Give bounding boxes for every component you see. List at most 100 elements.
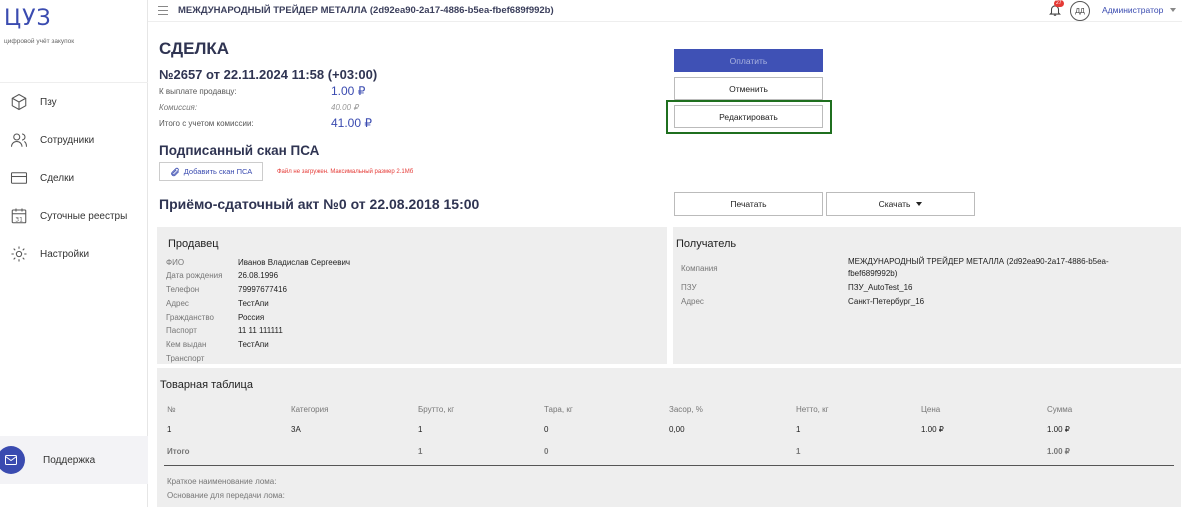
seller-field-label: Транспорт [166,354,205,363]
receiver-panel: Получатель Компания МЕЖДУНАРОДНЫЙ ТРЕЙДЕ… [673,227,1181,364]
box-icon [10,93,28,111]
table-cell: 1.00 ₽ [921,425,944,434]
commission-row: Комиссия: 40.00 ₽ [159,103,358,112]
pay-button[interactable]: Оплатить [674,49,823,72]
page-title: СДЕЛКА [159,39,230,58]
top-bar: МЕЖДУНАРОДНЫЙ ТРЕЙДЕР МЕТАЛЛА (2d92ea90-… [148,0,1182,22]
cancel-button[interactable]: Отменить [674,77,823,100]
commission-label: Комиссия: [159,103,198,112]
support-label: Поддержка [43,454,96,466]
sidebar-item-label: Сделки [40,172,75,184]
organization-title: МЕЖДУНАРОДНЫЙ ТРЕЙДЕР МЕТАЛЛА (2d92ea90-… [178,5,554,16]
paperclip-icon [171,167,179,176]
total-row: Итого с учетом комиссии: 41.00 ₽ [159,116,372,130]
avatar[interactable]: ДД [1070,1,1090,21]
print-button[interactable]: Печатать [674,192,823,216]
receiver-company-value: МЕЖДУНАРОДНЫЙ ТРЕЙДЕР МЕТАЛЛА (2d92ea90-… [848,257,1109,266]
receiver-address-label: Адрес [681,297,704,306]
payout-label: К выплате продавцу: [159,87,237,96]
edit-button[interactable]: Редактировать [674,105,823,128]
total-cell: Итого [167,447,190,456]
goods-table-title: Товарная таблица [160,379,253,391]
commission-value: 40.00 ₽ [331,103,359,112]
user-menu[interactable]: Администратор [1102,5,1163,15]
total-cell: 0 [544,447,549,456]
seller-field-value: 11 11 111111 [238,326,283,335]
table-cell: 0,00 [669,425,685,434]
act-heading: Приёмо-сдаточный акт №0 от 22.08.2018 15… [159,196,480,212]
seller-field-value: ТестАпи [238,299,269,308]
total-cell: 1 [796,447,801,456]
table-cell: 3А [291,425,301,434]
seller-title: Продавец [168,238,219,250]
sidebar-item-employees[interactable]: Сотрудники [0,121,148,159]
table-cell: 1 [418,425,423,434]
seller-field-label: Телефон [166,285,200,294]
table-cell: 1 [167,425,172,434]
hamburger-menu-icon[interactable] [158,6,168,15]
sidebar-nav: Пзу Сотрудники Сделки 31 Суточные реестр… [0,82,148,273]
table-divider [164,465,1174,466]
table-header-cell: № [167,405,176,414]
add-scan-label: Добавить скан ПСА [183,167,253,176]
seller-panel: Продавец ФИО Иванов Владислав Сергеевич … [157,227,667,364]
notification-badge: 27 [1054,0,1064,7]
app-root: ЦУЗ цифровой учёт закупок Пзу Сотрудники… [0,0,1182,507]
seller-field-label: Кем выдан [166,340,207,349]
sidebar-item-deals[interactable]: Сделки [0,159,148,197]
receiver-pzu-label: ПЗУ [681,283,697,292]
sidebar-item-label: Суточные реестры [40,210,128,222]
seller-field-value: Иванов Владислав Сергеевич [238,258,351,267]
download-button[interactable]: Скачать [826,192,975,216]
table-cell: 0 [544,425,549,434]
sidebar-item-label: Пзу [40,96,57,108]
seller-field-value: Россия [238,313,265,322]
payout-value: 1.00 ₽ [331,84,366,98]
table-cell: 1.00 ₽ [1047,425,1070,434]
support-button[interactable]: Поддержка [0,436,148,484]
table-cell: 1 [796,425,801,434]
table-header-cell: Категория [291,405,329,414]
goods-table: Товарная таблица № Категория Брутто, кг … [157,368,1181,507]
receiver-pzu-value: ПЗУ_AutoTest_16 [848,283,913,292]
seller-field-label: ФИО [166,258,185,267]
app-logo[interactable]: ЦУЗ [4,6,52,31]
caret-down-icon [916,202,923,206]
deal-number: №2657 от 22.11.2024 11:58 (+03:00) [159,67,378,82]
seller-field-value: 26.08.1996 [238,271,279,280]
total-cell: 1.00 ₽ [1047,447,1070,456]
users-icon [10,131,28,149]
sidebar: ЦУЗ цифровой учёт закупок Пзу Сотрудники… [0,0,148,507]
table-header-cell: Засор, % [669,405,703,414]
receiver-title: Получатель [676,238,737,250]
seller-field-label: Дата рождения [166,271,223,280]
seller-field-value: ТестАпи [238,340,269,349]
calendar-icon: 31 [10,207,28,225]
receiver-company-label: Компания [681,264,718,273]
seller-field-label: Паспорт [166,326,197,335]
scan-heading: Подписанный скан ПСА [159,143,320,158]
total-value: 41.00 ₽ [331,116,372,130]
total-cell: 1 [418,447,423,456]
receiver-address-value: Санкт-Петербург_16 [848,297,925,306]
payout-row: К выплате продавцу: 1.00 ₽ [159,84,365,98]
add-scan-button[interactable]: Добавить скан ПСА [159,162,263,181]
seller-field-label: Гражданство [166,313,214,322]
receiver-company-value-cont: fbef689f992b) [848,269,898,278]
gear-icon [10,245,28,263]
deal-page: СДЕЛКА №2657 от 22.11.2024 11:58 (+03:00… [148,22,1182,507]
table-header-cell: Нетто, кг [796,405,829,414]
card-icon [10,169,28,187]
sidebar-item-label: Настройки [40,248,90,260]
seller-field-value: 79997677416 [238,285,287,294]
download-label: Скачать [878,199,911,209]
scrap-short-name: Краткое наименование лома: [167,477,277,486]
sidebar-item-settings[interactable]: Настройки [0,235,148,273]
chevron-down-icon[interactable] [1170,8,1176,12]
table-header-cell: Цена [921,405,941,414]
svg-text:31: 31 [15,216,23,223]
table-header-cell: Брутто, кг [418,405,455,414]
app-logo-subtitle: цифровой учёт закупок [4,38,75,45]
sidebar-item-daily-registers[interactable]: 31 Суточные реестры [0,197,148,235]
sidebar-item-pzu[interactable]: Пзу [0,83,148,121]
